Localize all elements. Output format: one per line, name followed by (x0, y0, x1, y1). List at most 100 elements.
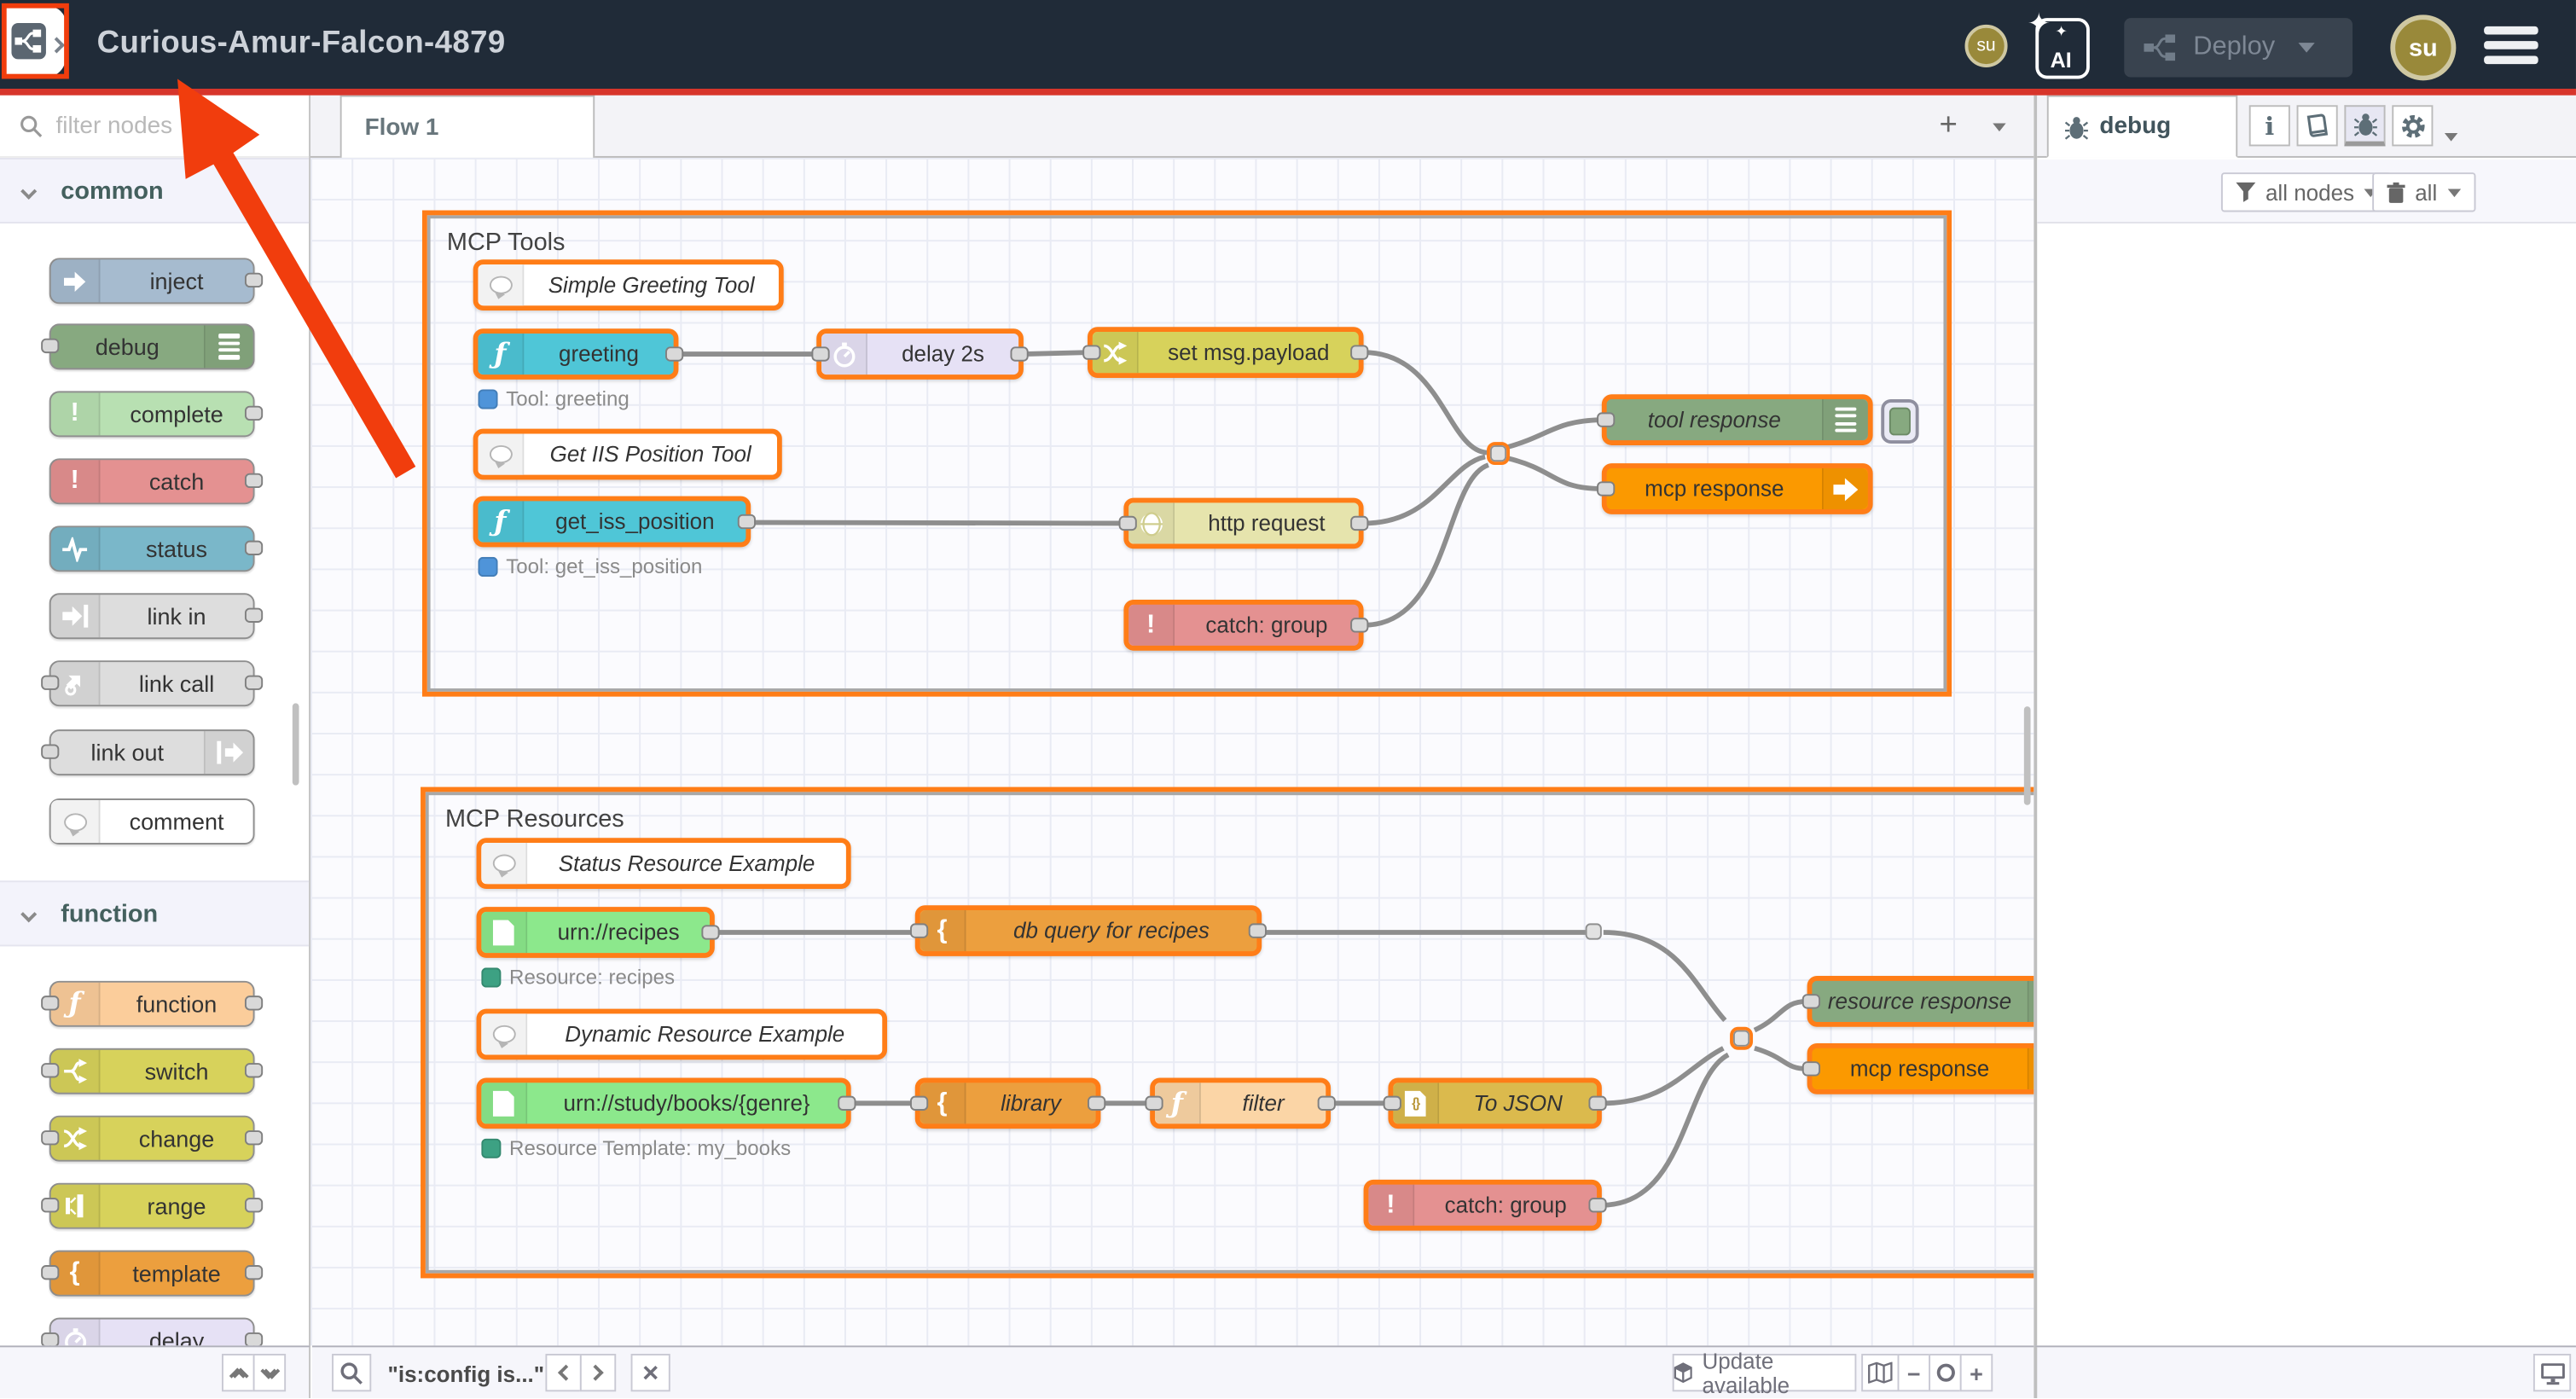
zoom-out-button[interactable]: − (1898, 1354, 1931, 1391)
palette-node-catch[interactable]: ! catch (49, 458, 255, 504)
sparkle-icon: ✦ (2028, 9, 2051, 42)
info-tab-button[interactable]: i (2249, 105, 2290, 146)
node-get-iss-position[interactable]: ƒ get_iss_position (473, 496, 751, 548)
node-greeting[interactable]: ƒ greeting (473, 328, 679, 380)
user-avatar[interactable]: su (2390, 15, 2456, 80)
palette-search[interactable] (0, 96, 310, 158)
add-flow-button[interactable]: + (1929, 107, 1968, 146)
palette-node-comment[interactable]: comment (49, 798, 255, 845)
debug-tab-button[interactable] (2344, 105, 2385, 146)
node-delay-2s[interactable]: delay 2s (816, 328, 1024, 380)
sidebar-tab-bar: debug i (2037, 96, 2576, 158)
palette-node-debug[interactable]: debug (49, 323, 255, 369)
node-catch-group-resources[interactable]: ! catch: group (1364, 1180, 1602, 1231)
canvas-scrollbar[interactable] (2024, 706, 2031, 805)
search-prev-button[interactable] (545, 1354, 581, 1391)
node-urn-recipes[interactable]: urn://recipes (477, 907, 715, 958)
catch-icon: ! (1128, 605, 1175, 646)
function-icon: ƒ (478, 334, 524, 374)
node-resource-response[interactable]: resource response (1807, 976, 2034, 1027)
debug-toolbar: all nodes all (2037, 160, 2576, 223)
palette-node-change[interactable]: change (49, 1116, 255, 1162)
node-palette: common inject debug ! complete ! catch (0, 96, 310, 1346)
node-comment-get-iss[interactable]: Get IIS Position Tool (473, 429, 782, 480)
debug-filter-dropdown[interactable]: all nodes (2221, 172, 2392, 212)
node-mcp-response-resources[interactable]: mcp response (1807, 1043, 2034, 1094)
catch-icon: ! (51, 460, 101, 502)
status-pulse-icon (51, 527, 101, 570)
link-in-icon (51, 595, 101, 637)
node-comment-simple-greeting[interactable]: Simple Greeting Tool (473, 259, 784, 311)
tab-flow-1[interactable]: Flow 1 (340, 96, 595, 158)
annotation-highlight-box (2, 3, 69, 79)
palette-node-range[interactable]: range (49, 1183, 255, 1229)
link-out-icon (1822, 468, 1868, 509)
node-set-msg-payload[interactable]: set msg.payload (1088, 327, 1364, 378)
junction-resources[interactable] (1733, 1030, 1749, 1047)
deploy-icon (2144, 34, 2177, 61)
annotation-underline (0, 89, 2576, 96)
node-status-urn-recipes: Resource: recipes (481, 966, 675, 989)
expand-sidebar-monitor-button[interactable] (2533, 1354, 2571, 1391)
sidebar-options-caret[interactable] (2445, 120, 2457, 150)
palette-node-inject[interactable]: inject (49, 258, 255, 304)
palette-node-link-call[interactable]: link call (49, 660, 255, 706)
palette-node-delay[interactable]: delay (49, 1318, 255, 1346)
sidebar-footer (2034, 1345, 2576, 1398)
palette-category-common[interactable]: common (0, 158, 310, 223)
funnel-icon (2236, 183, 2255, 202)
node-status-greeting: Tool: greeting (478, 388, 629, 411)
node-urn-study-books[interactable]: urn://study/books/{genre} (477, 1077, 851, 1129)
zoom-in-button[interactable]: + (1960, 1354, 1993, 1391)
ai-assistant-icon[interactable]: ✦ ✦ AI (2035, 18, 2090, 78)
palette-search-input[interactable] (55, 113, 269, 139)
palette-node-template[interactable]: { template (49, 1251, 255, 1297)
deploy-button[interactable]: Deploy (2124, 18, 2353, 77)
search-next-button[interactable] (580, 1354, 616, 1391)
node-mcp-response-tools[interactable]: mcp response (1602, 463, 1873, 514)
search-flows-button[interactable] (332, 1354, 371, 1391)
node-comment-dynamic-resource[interactable]: Dynamic Resource Example (477, 1009, 888, 1060)
expand-all-button[interactable] (253, 1354, 287, 1391)
node-http-request[interactable]: http request (1123, 498, 1363, 549)
junction-db-query[interactable] (1586, 923, 1602, 939)
palette-node-link-out[interactable]: link out (49, 729, 255, 775)
palette-node-link-in[interactable]: link in (49, 593, 255, 639)
search-icon (20, 114, 43, 137)
node-library[interactable]: { library (915, 1077, 1101, 1129)
workspace-tab-bar: Flow 1 + (310, 96, 2034, 158)
node-db-query[interactable]: { db query for recipes (915, 905, 1262, 956)
node-filter[interactable]: ƒ filter (1150, 1077, 1331, 1129)
palette-node-complete[interactable]: ! complete (49, 391, 255, 437)
tab-debug[interactable]: debug (2047, 96, 2237, 158)
node-status-get-iss: Tool: get_iss_position (478, 555, 702, 578)
node-to-json[interactable]: {} To JSON (1388, 1077, 1601, 1129)
user-avatar-small[interactable]: su (1964, 25, 2007, 67)
chevron-down-icon (20, 183, 37, 199)
palette-node-function[interactable]: ƒ function (49, 981, 255, 1027)
palette-node-switch[interactable]: switch (49, 1048, 255, 1094)
palette-node-status[interactable]: status (49, 525, 255, 572)
deploy-options-caret[interactable] (2298, 43, 2314, 53)
collapse-all-button[interactable] (222, 1354, 255, 1391)
debug-enable-toggle[interactable] (1881, 399, 1918, 444)
debug-clear-dropdown[interactable]: all (2372, 172, 2474, 212)
palette-category-function[interactable]: function (0, 880, 310, 946)
node-catch-group-tools[interactable]: ! catch: group (1123, 600, 1363, 651)
trash-icon (2387, 182, 2405, 203)
palette-scrollbar[interactable] (293, 703, 299, 785)
link-out-icon (2028, 1048, 2034, 1089)
zoom-reset-button[interactable] (1929, 1354, 1962, 1391)
flow-list-caret[interactable] (1980, 107, 2019, 146)
search-close-button[interactable]: × (631, 1354, 670, 1391)
update-available-button[interactable]: Update available (1673, 1354, 1857, 1391)
config-gear-icon[interactable] (2392, 105, 2433, 146)
navigator-map-button[interactable] (1861, 1354, 1899, 1391)
node-tool-response[interactable]: tool response (1602, 394, 1873, 445)
node-comment-status-resource[interactable]: Status Resource Example (477, 838, 851, 889)
palette-footer (0, 1345, 310, 1398)
flow-canvas[interactable]: MCP Tools MCP Resources (310, 158, 2034, 1345)
main-menu-button[interactable] (2484, 26, 2538, 64)
junction-tools[interactable] (1490, 445, 1506, 461)
help-book-icon[interactable] (2297, 105, 2338, 146)
